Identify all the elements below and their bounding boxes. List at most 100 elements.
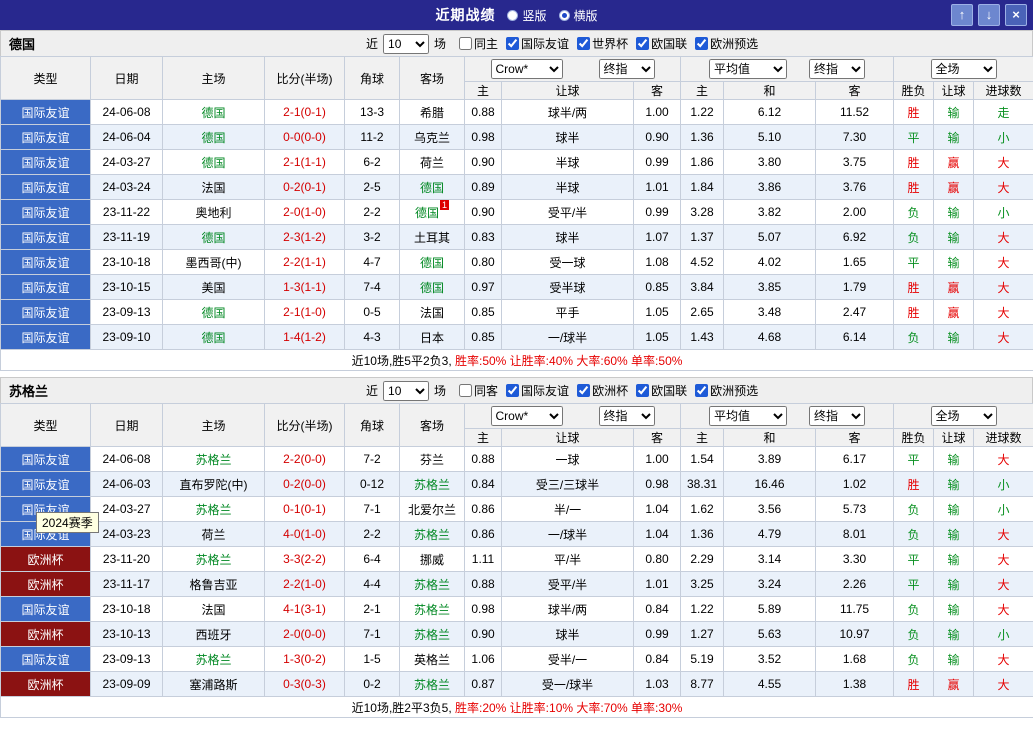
checkbox-input[interactable] — [577, 384, 590, 397]
sub-header-eu-draw: 和 — [724, 429, 816, 447]
eu-odds-source-select[interactable]: 平均值 — [709, 406, 787, 426]
matches-table: 类型 日期 主场 比分(半场) 角球 客场 Crow* 终指 平均值 终指 — [0, 56, 1033, 371]
eu-home-odds: 8.77 — [681, 672, 724, 697]
home-team: 德国 — [163, 300, 265, 325]
ah-line: 一/球半 — [502, 325, 634, 350]
radio-horizontal-layout[interactable]: 横版 — [559, 7, 598, 24]
match-date: 23-10-13 — [91, 622, 163, 647]
result-outcome: 胜 — [894, 100, 934, 125]
checkbox-input[interactable] — [695, 384, 708, 397]
ah-home-odds: 0.80 — [465, 250, 502, 275]
checkbox-input[interactable] — [695, 37, 708, 50]
close-button[interactable]: × — [1005, 4, 1027, 26]
eu-draw-odds: 5.63 — [724, 622, 816, 647]
match-date: 23-09-13 — [91, 300, 163, 325]
result-outcome: 负 — [894, 325, 934, 350]
eu-draw-odds: 3.89 — [724, 447, 816, 472]
window-buttons: ↑ ↓ × — [951, 4, 1027, 26]
scroll-down-button[interactable]: ↓ — [978, 4, 1000, 26]
checkbox-input[interactable] — [506, 37, 519, 50]
match-score: 2-3(1-2) — [265, 225, 345, 250]
match-date: 24-06-08 — [91, 447, 163, 472]
eu-away-odds: 5.73 — [816, 497, 894, 522]
eu-draw-odds: 3.14 — [724, 547, 816, 572]
match-type-cell: 国际友谊 — [1, 275, 91, 300]
filter-checkbox[interactable]: 欧洲预选 — [695, 382, 758, 399]
ah-odds-type-select[interactable]: 终指 — [599, 59, 655, 79]
col-header-corner: 角球 — [345, 57, 400, 100]
ah-home-odds: 0.86 — [465, 497, 502, 522]
result-handicap: 输 — [934, 522, 974, 547]
home-team: 法国 — [163, 597, 265, 622]
filter-checkbox[interactable]: 同主 — [459, 35, 498, 52]
ah-away-odds: 0.84 — [634, 647, 681, 672]
checkbox-input[interactable] — [636, 384, 649, 397]
col-header-away: 客场 — [400, 404, 465, 447]
ah-line: 球半/两 — [502, 597, 634, 622]
ah-away-odds: 0.98 — [634, 472, 681, 497]
period-select[interactable]: 全场 — [931, 59, 997, 79]
filter-controls: 近 10 场 同客国际友谊欧洲杯欧国联欧洲预选 — [366, 381, 758, 401]
ah-away-odds: 0.84 — [634, 597, 681, 622]
bookmaker-select[interactable]: Crow* — [491, 406, 563, 426]
home-team: 苏格兰 — [163, 547, 265, 572]
checkbox-label: 欧洲预选 — [710, 382, 758, 399]
match-type-cell: 国际友谊 — [1, 300, 91, 325]
filter-checkbox[interactable]: 欧洲杯 — [577, 382, 628, 399]
checkbox-input[interactable] — [636, 37, 649, 50]
ah-odds-type-select[interactable]: 终指 — [599, 406, 655, 426]
col-header-type: 类型 — [1, 57, 91, 100]
match-count-select[interactable]: 10 — [383, 34, 429, 54]
eu-home-odds: 5.19 — [681, 647, 724, 672]
checkbox-input[interactable] — [577, 37, 590, 50]
match-score: 2-2(0-0) — [265, 447, 345, 472]
filter-checkbox[interactable]: 欧洲预选 — [695, 35, 758, 52]
match-type-cell: 国际友谊 — [1, 472, 91, 497]
ah-away-odds: 1.05 — [634, 325, 681, 350]
result-outcome: 胜 — [894, 300, 934, 325]
eu-away-odds: 10.97 — [816, 622, 894, 647]
radio-vertical-layout[interactable]: 竖版 — [507, 7, 546, 24]
filter-checkbox[interactable]: 欧国联 — [636, 35, 687, 52]
result-handicap: 赢 — [934, 300, 974, 325]
home-team: 苏格兰 — [163, 647, 265, 672]
filter-checkbox[interactable]: 国际友谊 — [506, 35, 569, 52]
away-team: 法国 — [400, 300, 465, 325]
filter-checkbox[interactable]: 欧国联 — [636, 382, 687, 399]
checkbox-input[interactable] — [506, 384, 519, 397]
bookmaker-select[interactable]: Crow* — [491, 59, 563, 79]
ah-home-odds: 0.89 — [465, 175, 502, 200]
eu-away-odds: 11.75 — [816, 597, 894, 622]
match-score: 2-2(1-1) — [265, 250, 345, 275]
away-team: 苏格兰 — [400, 472, 465, 497]
eu-draw-odds: 4.02 — [724, 250, 816, 275]
match-score: 1-3(1-1) — [265, 275, 345, 300]
ah-away-odds: 1.07 — [634, 225, 681, 250]
scroll-up-button[interactable]: ↑ — [951, 4, 973, 26]
eu-odds-type-select[interactable]: 终指 — [809, 406, 865, 426]
result-outcome: 胜 — [894, 472, 934, 497]
checkbox-input[interactable] — [459, 37, 472, 50]
filter-checkbox[interactable]: 世界杯 — [577, 35, 628, 52]
ah-home-odds: 0.87 — [465, 672, 502, 697]
checkbox-label: 欧国联 — [651, 35, 687, 52]
period-select[interactable]: 全场 — [931, 406, 997, 426]
checkbox-input[interactable] — [459, 384, 472, 397]
eu-odds-type-select[interactable]: 终指 — [809, 59, 865, 79]
eu-odds-source-select[interactable]: 平均值 — [709, 59, 787, 79]
filter-checkbox[interactable]: 同客 — [459, 382, 498, 399]
corner-score: 1-5 — [345, 647, 400, 672]
section-header: 苏格兰 近 10 场 同客国际友谊欧洲杯欧国联欧洲预选 — [0, 377, 1033, 403]
summary-record: 近10场,胜5平2负3, — [352, 354, 452, 368]
ah-line: 受平/半 — [502, 572, 634, 597]
result-period-header: 全场 — [894, 57, 1033, 82]
eu-home-odds: 3.84 — [681, 275, 724, 300]
match-type-cell: 国际友谊 — [1, 125, 91, 150]
ah-line: 球半 — [502, 125, 634, 150]
match-score: 4-0(1-0) — [265, 522, 345, 547]
result-goals: 大 — [974, 325, 1033, 350]
filter-checkbox[interactable]: 国际友谊 — [506, 382, 569, 399]
result-goals: 大 — [974, 300, 1033, 325]
team-section-germany: 德国 近 10 场 同主国际友谊世界杯欧国联欧洲预选 类型 日期 主场 比分(半… — [0, 30, 1033, 371]
match-count-select[interactable]: 10 — [383, 381, 429, 401]
